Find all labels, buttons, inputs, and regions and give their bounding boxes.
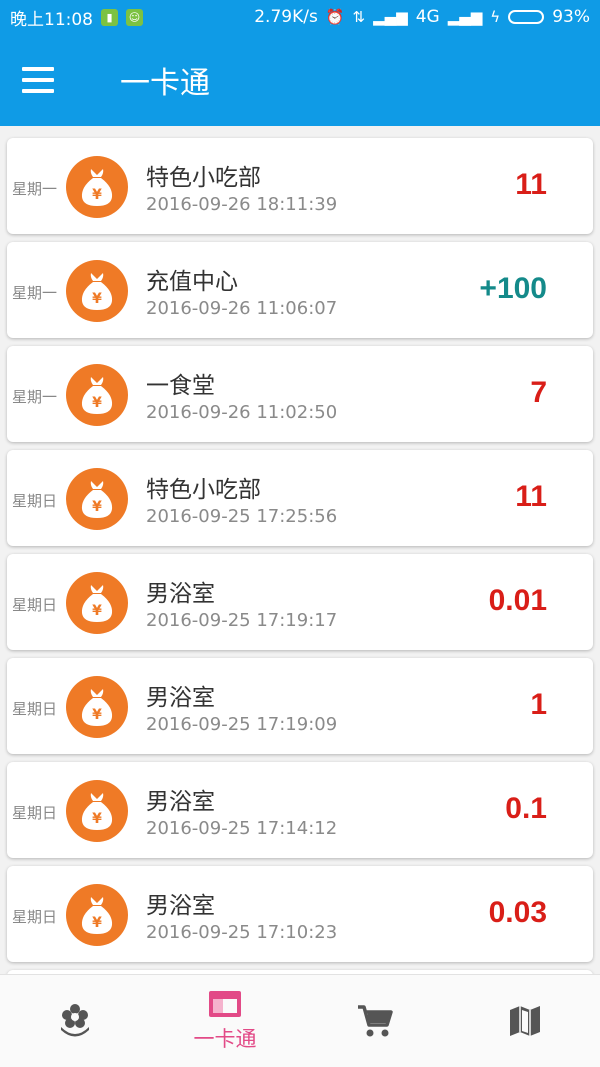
nav-discover[interactable] [0,975,150,1067]
svg-text:¥: ¥ [92,707,102,723]
signal-icon: ▂▄▆ [373,8,408,26]
transaction-list[interactable]: 星期一 ¥ 特色小吃部 2016-09-26 18:11:39 11 星期一 ¥… [0,126,600,974]
merchant-name: 特色小吃部 [146,165,261,191]
money-bag-icon: ¥ [66,260,128,322]
money-bag-icon: ¥ [66,156,128,218]
merchant-name: 男浴室 [146,893,215,919]
transaction-amount: 11 [515,480,547,513]
merchant-name: 男浴室 [146,685,215,711]
signal-icon-2: ▂▄▆ [447,8,483,26]
transaction-time: 2016-09-25 17:10:23 [146,922,338,943]
transaction-amount: 0.03 [488,896,547,929]
svg-text:¥: ¥ [92,915,102,931]
nav-map[interactable] [450,975,600,1067]
cart-icon [358,1005,393,1037]
sim-card-icon: ▮ [101,8,118,26]
transaction-card[interactable]: 星期日 ¥ 男浴室 2016-09-25 17:14:12 0.1 [7,762,593,858]
transaction-amount: 7 [530,376,547,409]
bottom-nav: 一卡通 [0,974,600,1067]
data-transfer-icon: ⇅ [352,8,366,26]
app-bar: 一卡通 [0,34,600,126]
transaction-time: 2016-09-26 11:06:07 [146,298,338,319]
merchant-name: 一食堂 [146,373,215,399]
battery-percent: 93% [552,7,590,27]
alarm-icon: ⏰ [325,8,345,26]
nav-shop[interactable] [300,975,450,1067]
transaction-amount: 1 [530,688,547,721]
card-icon [209,991,241,1017]
svg-text:¥: ¥ [92,187,102,203]
status-left: 晚上11:08 ▮ ☺ [10,5,143,30]
svg-text:¥: ¥ [92,499,102,515]
network-type: 4G [415,7,440,27]
map-icon [510,1006,540,1036]
svg-text:¥: ¥ [92,811,102,827]
money-bag-icon: ¥ [66,676,128,738]
svg-text:¥: ¥ [92,603,102,619]
net-speed: 2.79K/s [254,7,318,27]
transaction-amount: 0.1 [505,792,547,825]
status-bar: 晚上11:08 ▮ ☺ 2.79K/s ⏰ ⇅ ▂▄▆ 4G ▂▄▆ ϟ 93% [0,0,600,34]
transaction-time: 2016-09-25 17:14:12 [146,818,338,839]
merchant-name: 充值中心 [146,269,238,295]
money-bag-icon: ¥ [66,884,128,946]
money-bag-icon: ¥ [66,780,128,842]
money-bag-icon: ¥ [66,468,128,530]
transaction-amount: 0.01 [488,584,547,617]
weekday-label: 星期日 [12,700,58,718]
weekday-label: 星期日 [12,908,58,926]
money-bag-icon: ¥ [66,364,128,426]
transaction-time: 2016-09-25 17:19:09 [146,714,338,735]
weekday-label: 星期一 [12,284,58,302]
transaction-time: 2016-09-26 11:02:50 [146,402,338,423]
transaction-card[interactable]: 星期日 ¥ 男浴室 2016-09-25 17:19:17 0.01 [7,554,593,650]
nav-card[interactable]: 一卡通 [150,975,300,1067]
transaction-amount: +100 [479,272,547,305]
weekday-label: 星期一 [12,388,58,406]
svg-text:¥: ¥ [92,291,102,307]
nav-card-label: 一卡通 [193,1027,257,1051]
transaction-card[interactable]: 星期一 ¥ 充值中心 2016-09-26 11:06:07 +100 [7,242,593,338]
merchant-name: 特色小吃部 [146,477,261,503]
charging-icon: ϟ [490,8,501,26]
android-icon: ☺ [126,8,143,26]
transaction-card[interactable]: 星期日 ¥ 特色小吃部 2016-09-25 17:25:56 11 [7,450,593,546]
transaction-time: 2016-09-25 17:25:56 [146,506,338,527]
weekday-label: 星期日 [12,596,58,614]
page-title: 一卡通 [120,66,210,101]
flower-icon [61,1004,89,1037]
battery-icon [508,10,545,24]
transaction-card[interactable]: 星期日 ¥ 男浴室 2016-09-25 17:19:09 1 [7,658,593,754]
status-right: 2.79K/s ⏰ ⇅ ▂▄▆ 4G ▂▄▆ ϟ 93% [254,7,590,27]
money-bag-icon: ¥ [66,572,128,634]
merchant-name: 男浴室 [146,581,215,607]
merchant-name: 男浴室 [146,789,215,815]
weekday-label: 星期一 [12,180,58,198]
transaction-card[interactable]: 星期日 ¥ 男浴室 2016-09-25 17:10:23 0.03 [7,866,593,962]
transaction-card[interactable]: 星期一 ¥ 特色小吃部 2016-09-26 18:11:39 11 [7,138,593,234]
transaction-card[interactable]: 星期一 ¥ 一食堂 2016-09-26 11:02:50 7 [7,346,593,442]
menu-icon[interactable] [22,56,70,104]
status-time: 晚上11:08 [10,9,93,30]
svg-text:¥: ¥ [92,395,102,411]
weekday-label: 星期日 [12,804,58,822]
transaction-time: 2016-09-25 17:19:17 [146,610,338,631]
transaction-amount: 11 [515,168,547,201]
transaction-time: 2016-09-26 18:11:39 [146,194,338,215]
weekday-label: 星期日 [12,492,58,510]
